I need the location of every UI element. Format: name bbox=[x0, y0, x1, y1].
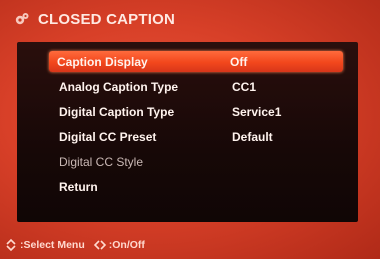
menu-item-value: Service1 bbox=[232, 104, 282, 119]
menu-item-digital-cc-preset[interactable]: Digital CC Preset Default bbox=[51, 126, 341, 147]
menu-item-label: Digital CC Preset bbox=[59, 129, 157, 144]
menu-item-value: Default bbox=[232, 129, 273, 144]
menu-item-label: Digital Caption Type bbox=[59, 104, 175, 119]
tv-screen: CLOSED CAPTION Caption Display Off Analo… bbox=[0, 0, 380, 259]
gear-icon bbox=[14, 11, 30, 27]
menu-item-label: Caption Display bbox=[57, 54, 148, 69]
menu-item-label: Digital CC Style bbox=[59, 154, 144, 169]
page-title: CLOSED CAPTION bbox=[38, 10, 175, 28]
up-down-arrow-icon bbox=[4, 238, 18, 252]
menu-item-digital-caption-type[interactable]: Digital Caption Type Service1 bbox=[51, 101, 341, 122]
menu-item-label: Return bbox=[59, 179, 98, 194]
menu-item-value: CC1 bbox=[232, 79, 257, 94]
on-off-hint: :On/Off bbox=[108, 239, 145, 251]
menu-item-label: Analog Caption Type bbox=[59, 79, 179, 94]
menu-item-return[interactable]: Return bbox=[51, 176, 341, 197]
menu-item-analog-caption-type[interactable]: Analog Caption Type CC1 bbox=[51, 76, 341, 97]
select-menu-hint: :Select Menu bbox=[20, 239, 85, 251]
menu-header: CLOSED CAPTION bbox=[0, 6, 380, 32]
menu-item-digital-cc-style[interactable]: Digital CC Style bbox=[51, 151, 341, 172]
footer-hints: :Select Menu :On/Off bbox=[4, 236, 145, 254]
menu-item-caption-display[interactable]: Caption Display Off bbox=[49, 51, 343, 72]
menu-item-value: Off bbox=[230, 54, 248, 69]
left-right-arrow-icon bbox=[93, 238, 107, 252]
